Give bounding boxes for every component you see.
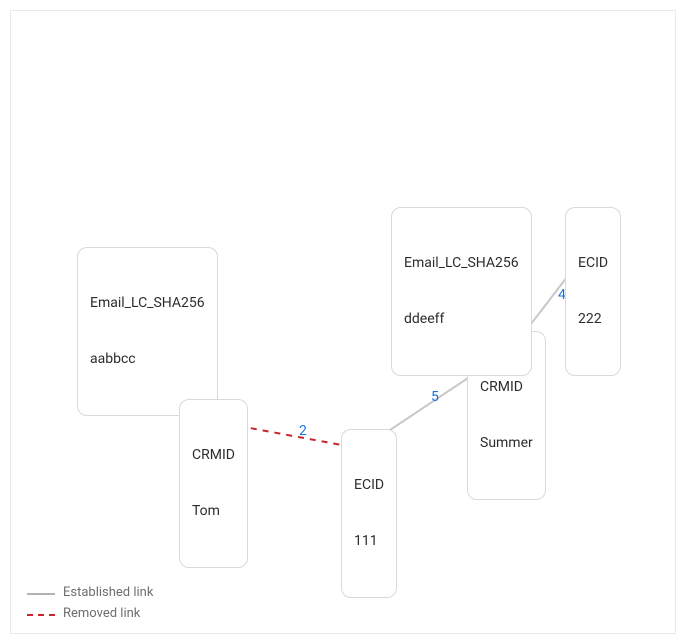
edge-label-2: 2 (299, 423, 307, 439)
legend-established: Established link (27, 583, 153, 604)
node-value: aabbcc (90, 350, 205, 369)
legend-established-line-icon (27, 593, 55, 595)
node-type: Email_LC_SHA256 (90, 294, 205, 313)
legend-removed: Removed link (27, 604, 153, 625)
node-value: 111 (354, 532, 384, 551)
node-type: Email_LC_SHA256 (404, 254, 519, 273)
node-value: Tom (192, 502, 235, 521)
node-ecid-222[interactable]: ECID 222 (565, 207, 621, 376)
edge-2 (239, 426, 347, 446)
node-type: CRMID (192, 446, 235, 465)
legend-removed-label: Removed link (63, 604, 140, 625)
node-crmid-tom[interactable]: CRMID Tom (179, 399, 248, 568)
node-value: Summer (480, 434, 533, 453)
legend: Established link Removed link (27, 583, 153, 625)
node-value: 222 (578, 310, 608, 329)
node-type: ECID (354, 476, 384, 495)
legend-removed-line-icon (27, 614, 55, 616)
node-value: ddeeff (404, 310, 519, 329)
edge-label-5: 5 (431, 389, 439, 405)
graph-frame: 1 2 3 4 5 Email_LC_SHA256 aabbcc CRMID T… (10, 10, 676, 634)
node-email-aabbcc[interactable]: Email_LC_SHA256 aabbcc (77, 247, 218, 416)
node-type: CRMID (480, 378, 533, 397)
node-ecid-111[interactable]: ECID 111 (341, 429, 397, 598)
node-email-ddeeff[interactable]: Email_LC_SHA256 ddeeff (391, 207, 532, 376)
legend-established-label: Established link (63, 583, 153, 604)
node-type: ECID (578, 254, 608, 273)
